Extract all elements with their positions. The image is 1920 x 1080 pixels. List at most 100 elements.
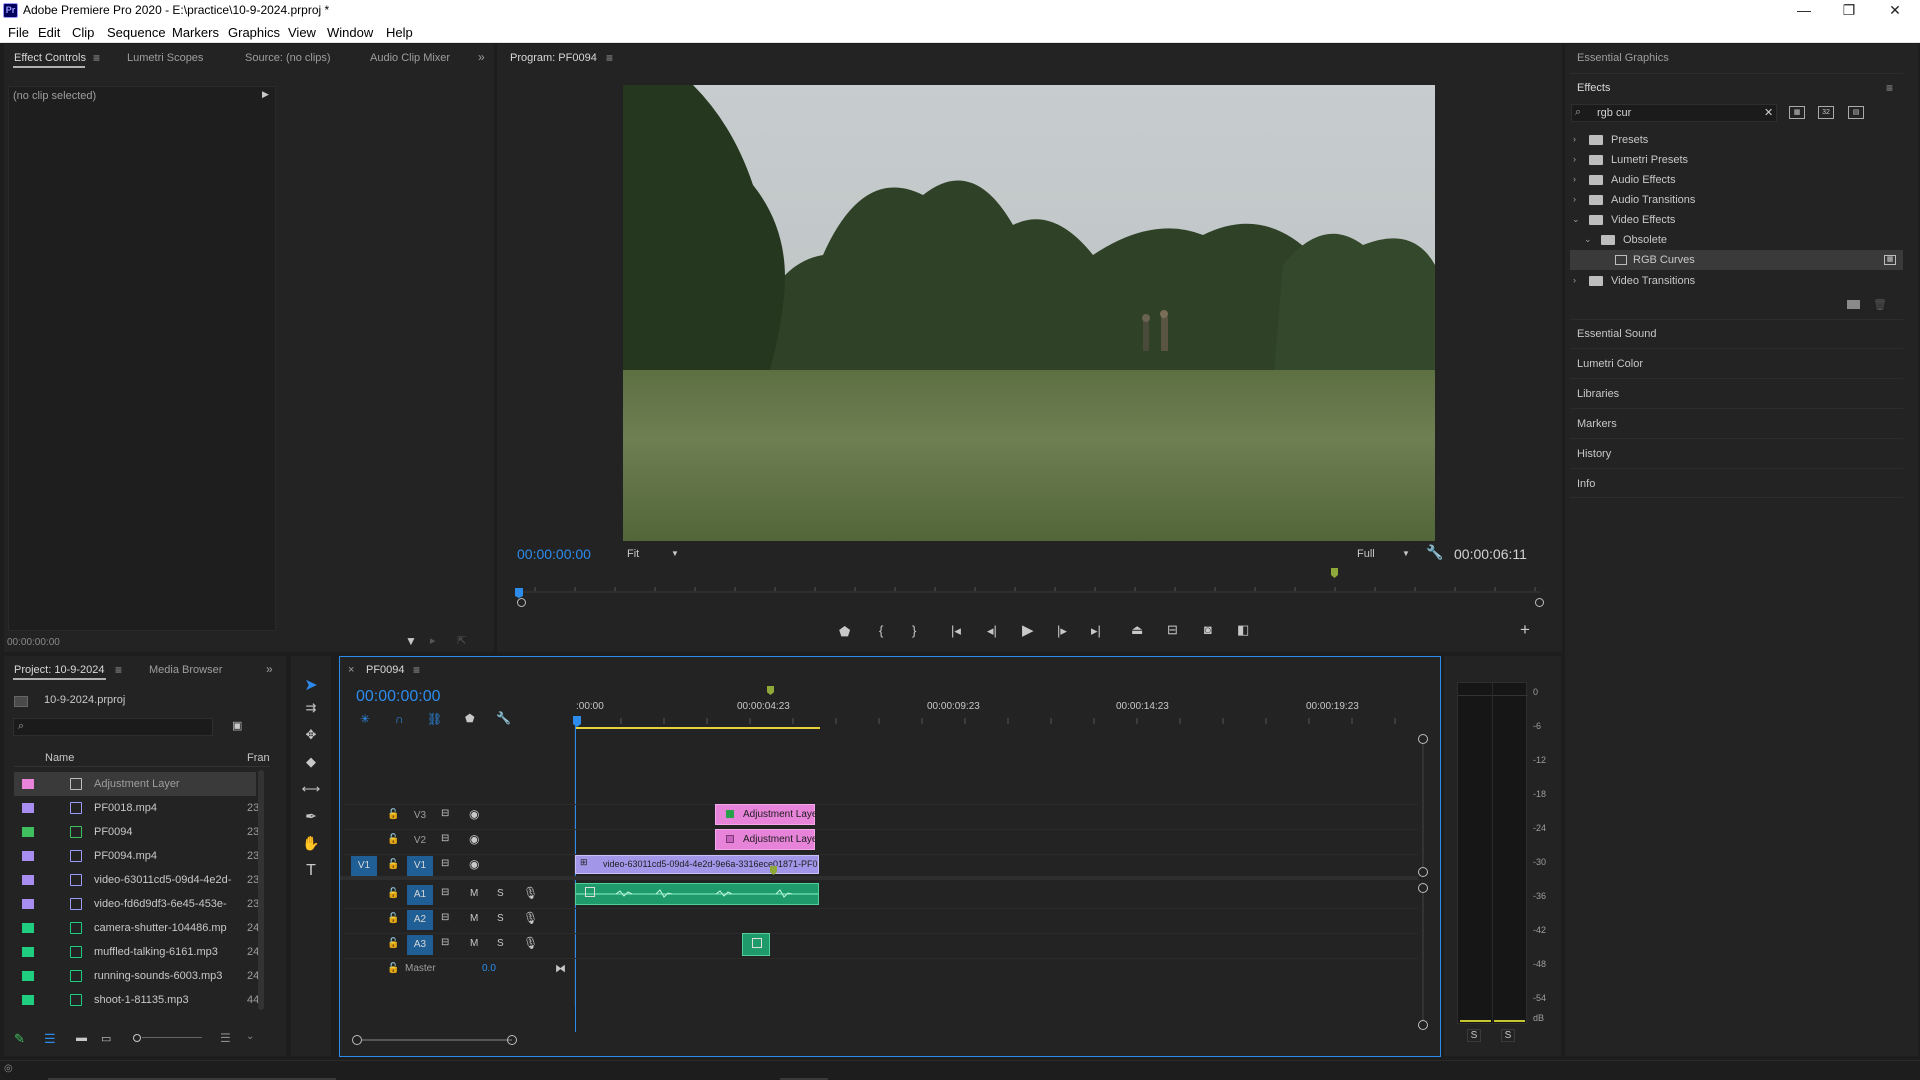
- menu-clip[interactable]: Clip: [72, 25, 94, 40]
- yuv-effects-icon[interactable]: ▤: [1848, 106, 1864, 119]
- effects-search-input[interactable]: ⌕ rgb cur ✕: [1571, 104, 1777, 122]
- lock-icon[interactable]: 🔓: [387, 888, 399, 899]
- info-header[interactable]: Info: [1577, 478, 1595, 490]
- sync-lock-icon[interactable]: ⊟: [441, 833, 449, 844]
- lock-icon[interactable]: 🔓: [387, 834, 399, 845]
- track-label[interactable]: V1: [407, 856, 433, 876]
- icon-view-icon[interactable]: ▬: [76, 1032, 87, 1044]
- step-back-icon[interactable]: ◂|: [987, 623, 997, 639]
- zoom-slider-handle[interactable]: [133, 1034, 141, 1042]
- filter-icon[interactable]: ▼: [405, 634, 417, 648]
- type-tool-icon[interactable]: T: [300, 862, 322, 884]
- razor-tool-icon[interactable]: ◆: [300, 754, 322, 776]
- program-video-frame[interactable]: [623, 85, 1435, 541]
- menu-sequence[interactable]: Sequence: [107, 25, 166, 40]
- project-item-row[interactable]: Adjustment Layer: [14, 772, 256, 796]
- eye-icon[interactable]: ◉: [469, 832, 479, 846]
- label-color-swatch[interactable]: [22, 875, 34, 885]
- nest-icon[interactable]: ✳: [360, 712, 370, 726]
- mark-out-icon[interactable]: }: [912, 623, 916, 638]
- tree-item-video-transitions[interactable]: › Video Transitions: [1570, 271, 1903, 291]
- sequence-menu-icon[interactable]: ≡: [413, 663, 420, 677]
- extract-icon[interactable]: ⊟: [1167, 622, 1178, 638]
- accelerated-effects-icon[interactable]: ▦: [1789, 106, 1805, 119]
- panel-overflow-icon[interactable]: »: [266, 662, 273, 676]
- audio-zoom-handle-bottom[interactable]: [1418, 1020, 1428, 1030]
- label-color-swatch[interactable]: [22, 995, 34, 1005]
- hand-tool-icon[interactable]: ✋: [300, 835, 322, 857]
- pencil-icon[interactable]: ✎: [14, 1031, 25, 1047]
- menu-view[interactable]: View: [288, 25, 316, 40]
- chevron-right-icon[interactable]: ›: [1573, 134, 1576, 144]
- 32-bit-effects-icon[interactable]: 32: [1818, 106, 1834, 119]
- selection-tool-icon[interactable]: ➤: [300, 675, 322, 697]
- zoom-handle-right[interactable]: [1535, 598, 1544, 607]
- video-clip-v1[interactable]: ⊞ video-63011cd5-09d4-4e2d-9e6a-3316ece0…: [575, 855, 819, 874]
- eye-icon[interactable]: ◉: [469, 857, 479, 871]
- timeline-scroll-handle-left[interactable]: [352, 1035, 362, 1045]
- tab-media-browser[interactable]: Media Browser: [149, 664, 222, 676]
- column-name[interactable]: Name: [45, 752, 74, 764]
- solo-button[interactable]: S: [497, 913, 504, 924]
- restore-button[interactable]: ❐: [1826, 0, 1872, 21]
- menu-markers[interactable]: Markers: [172, 25, 219, 40]
- project-scrollbar[interactable]: [258, 770, 264, 1010]
- chevron-right-icon[interactable]: ›: [1573, 275, 1576, 285]
- play-icon[interactable]: ▶: [1022, 621, 1034, 639]
- linked-selection-icon[interactable]: ⛓: [427, 712, 442, 726]
- tree-item-lumetri-presets[interactable]: › Lumetri Presets: [1570, 150, 1903, 170]
- label-color-swatch[interactable]: [22, 923, 34, 933]
- history-header[interactable]: History: [1577, 448, 1611, 460]
- column-frame-rate[interactable]: Fran: [247, 752, 270, 764]
- tree-item-audio-effects[interactable]: › Audio Effects: [1570, 170, 1903, 190]
- zoom-slider[interactable]: [133, 1034, 203, 1042]
- solo-button[interactable]: S: [497, 888, 504, 899]
- program-menu-icon[interactable]: ≡: [606, 51, 613, 65]
- tab-project[interactable]: Project: 10-9-2024: [14, 664, 105, 676]
- audio-zoom-handle-top[interactable]: [1418, 883, 1428, 893]
- video-zoom-handle-bottom[interactable]: [1418, 867, 1428, 877]
- mute-button[interactable]: M: [470, 938, 478, 949]
- mark-in-icon[interactable]: {: [879, 623, 883, 638]
- add-marker-icon[interactable]: ⬟: [465, 712, 475, 725]
- sync-lock-icon[interactable]: ⊟: [441, 937, 449, 948]
- adjustment-layer-clip-v3[interactable]: Adjustment Laye: [715, 804, 818, 825]
- sync-lock-icon[interactable]: ⊟: [441, 887, 449, 898]
- delete-icon[interactable]: 🗑: [1873, 298, 1887, 311]
- lock-icon[interactable]: 🔓: [387, 809, 399, 820]
- markers-header[interactable]: Markers: [1577, 418, 1617, 430]
- label-color-swatch[interactable]: [22, 851, 34, 861]
- tree-item-obsolete[interactable]: ⌄ Obsolete: [1570, 230, 1903, 250]
- minimize-button[interactable]: —: [1781, 0, 1827, 21]
- close-sequence-icon[interactable]: ×: [348, 664, 354, 676]
- export-icon[interactable]: ⇱: [457, 634, 466, 647]
- button-editor-icon[interactable]: +: [1520, 620, 1530, 640]
- chevron-down-icon[interactable]: ⌄: [1572, 214, 1580, 225]
- panel-menu-icon[interactable]: ≡: [93, 51, 100, 65]
- essential-graphics-header[interactable]: Essential Graphics: [1577, 52, 1669, 64]
- lock-icon[interactable]: 🔓: [387, 963, 399, 974]
- audio-track-scrollbar[interactable]: [1422, 893, 1424, 1020]
- chevron-right-icon[interactable]: ›: [1573, 194, 1576, 204]
- adjustment-layer-clip-v2[interactable]: Adjustment Laye: [715, 829, 818, 850]
- play-clip-audio-icon[interactable]: ▸: [430, 634, 436, 647]
- tab-sequence[interactable]: PF0094: [366, 664, 405, 676]
- solo-left-button[interactable]: S: [1467, 1029, 1481, 1042]
- chevron-down-icon[interactable]: ⌄: [1584, 234, 1592, 245]
- new-bin-icon[interactable]: [1847, 300, 1860, 309]
- sort-icon[interactable]: ☰: [220, 1031, 231, 1045]
- close-button[interactable]: ✕: [1872, 0, 1918, 21]
- lock-icon[interactable]: 🔓: [387, 859, 399, 870]
- track-label[interactable]: V2: [407, 831, 433, 851]
- project-item-row[interactable]: PF0094 23: [14, 820, 259, 844]
- tab-audio-clip-mixer[interactable]: Audio Clip Mixer: [370, 52, 450, 64]
- project-search-input[interactable]: ⌕: [13, 718, 213, 736]
- project-item-row[interactable]: video-fd6d9df3-6e45-453e- 23: [14, 892, 259, 916]
- tab-source[interactable]: Source: (no clips): [245, 52, 331, 64]
- list-view-icon[interactable]: ☰: [44, 1031, 56, 1047]
- tab-effect-controls[interactable]: Effect Controls: [14, 52, 86, 64]
- mute-button[interactable]: M: [470, 913, 478, 924]
- eye-icon[interactable]: ◉: [469, 807, 479, 821]
- solo-right-button[interactable]: S: [1501, 1029, 1515, 1042]
- effects-menu-icon[interactable]: ≡: [1886, 81, 1893, 95]
